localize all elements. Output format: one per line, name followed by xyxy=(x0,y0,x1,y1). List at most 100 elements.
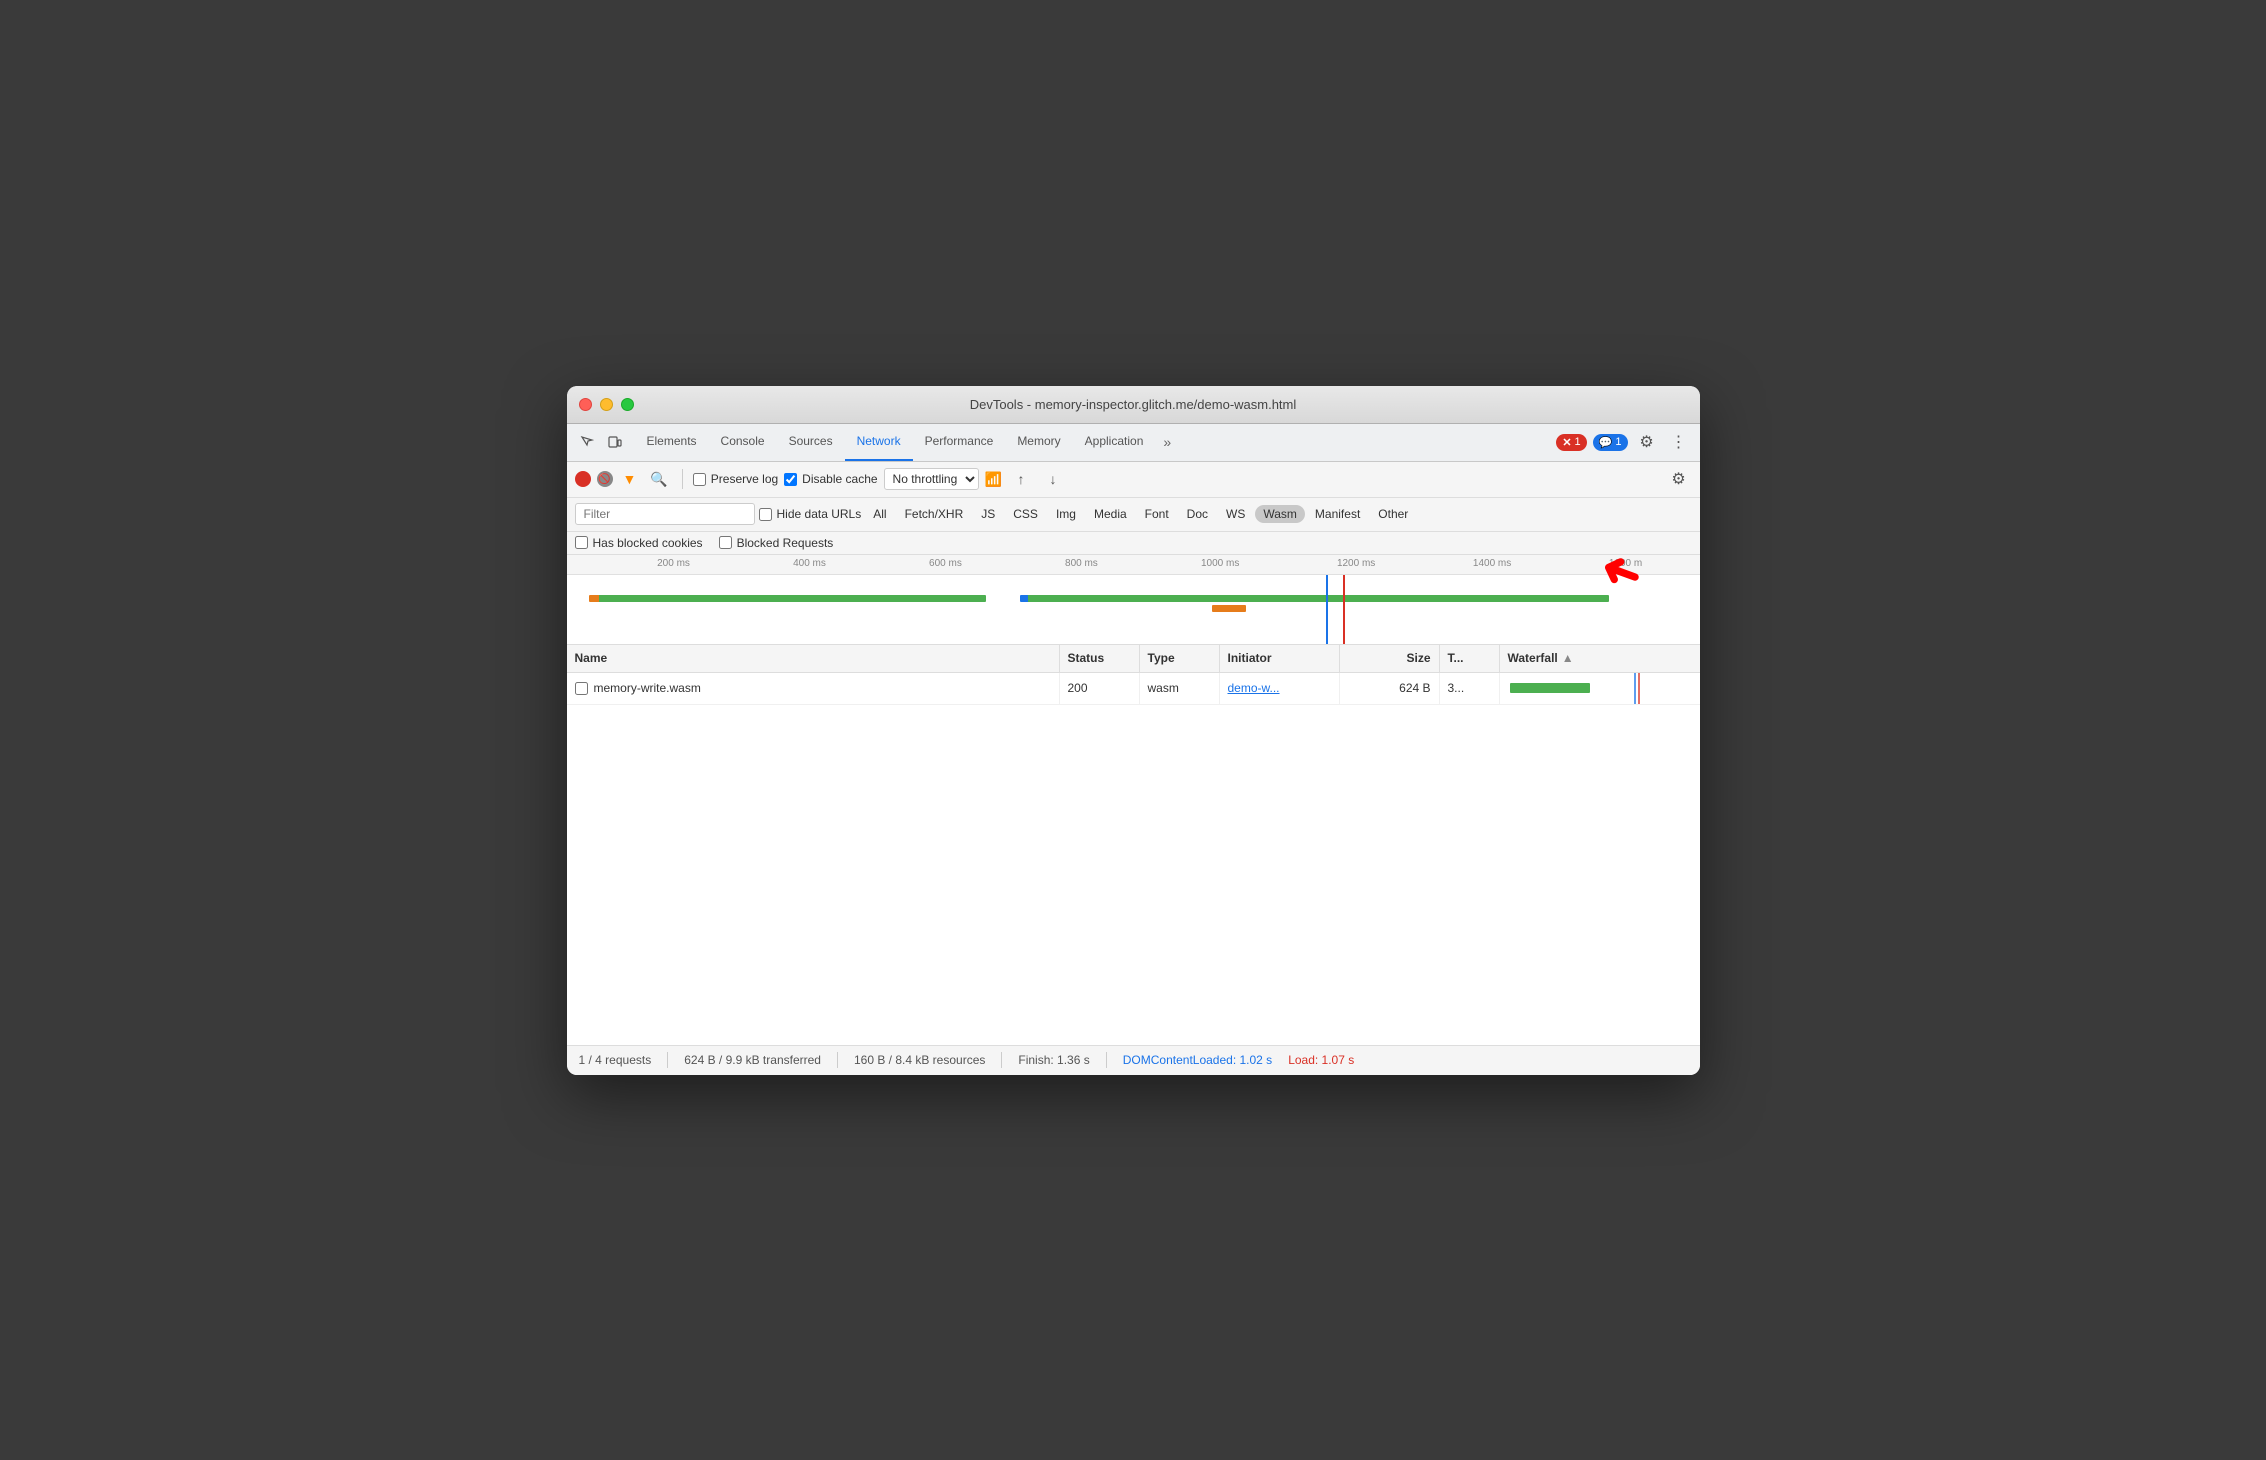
filter-js[interactable]: JS xyxy=(973,505,1003,523)
preserve-log-label[interactable]: Preserve log xyxy=(693,472,778,486)
title-bar: DevTools - memory-inspector.glitch.me/de… xyxy=(567,386,1700,424)
more-tabs-button[interactable]: » xyxy=(1155,428,1179,456)
timeline-graph xyxy=(567,575,1700,645)
timeline-bar-1 xyxy=(589,595,986,602)
timeline-area: ➜ 200 ms 400 ms 600 ms 800 ms 1000 ms 12… xyxy=(567,555,1700,645)
tick-600ms: 600 ms xyxy=(929,558,962,569)
td-status: 200 xyxy=(1060,673,1140,704)
filter-manifest[interactable]: Manifest xyxy=(1307,505,1368,523)
upload-icon[interactable]: ↑ xyxy=(1008,466,1034,492)
blocked-requests-label[interactable]: Blocked Requests xyxy=(719,536,834,550)
record-button[interactable] xyxy=(575,471,591,487)
search-button[interactable]: 🔍 xyxy=(646,469,671,490)
has-blocked-cookies-label[interactable]: Has blocked cookies xyxy=(575,536,703,550)
minimize-button[interactable] xyxy=(600,398,613,411)
waterfall-red-line xyxy=(1638,673,1640,704)
disable-cache-checkbox[interactable] xyxy=(784,473,797,486)
filter-css[interactable]: CSS xyxy=(1005,505,1046,523)
td-type: wasm xyxy=(1140,673,1220,704)
filter-doc[interactable]: Doc xyxy=(1179,505,1216,523)
timeline-bar-3 xyxy=(1212,595,1609,602)
status-finish: Finish: 1.36 s xyxy=(1018,1053,1089,1067)
th-status[interactable]: Status xyxy=(1060,645,1140,672)
error-x-icon: ✕ xyxy=(1562,436,1571,449)
disable-cache-label[interactable]: Disable cache xyxy=(784,472,877,486)
download-icon[interactable]: ↓ xyxy=(1040,466,1066,492)
blocked-requests-checkbox[interactable] xyxy=(719,536,732,549)
close-button[interactable] xyxy=(579,398,592,411)
network-settings-button[interactable]: ⚙ xyxy=(1666,466,1692,492)
td-waterfall xyxy=(1500,673,1700,704)
td-time: 3... xyxy=(1440,673,1500,704)
hide-data-urls-label[interactable]: Hide data URLs xyxy=(759,507,862,521)
throttle-select[interactable]: No throttling Fast 3G Slow 3G Offline xyxy=(884,468,979,490)
tab-memory[interactable]: Memory xyxy=(1005,423,1072,461)
th-waterfall[interactable]: Waterfall ▲ xyxy=(1500,645,1700,672)
tab-sources[interactable]: Sources xyxy=(777,423,845,461)
status-requests: 1 / 4 requests xyxy=(579,1053,652,1067)
toolbar-divider xyxy=(682,469,683,489)
table-header: Name Status Type Initiator Size T... Wat… xyxy=(567,645,1700,673)
window-title: DevTools - memory-inspector.glitch.me/de… xyxy=(970,397,1297,412)
filter-types: All Fetch/XHR JS CSS Img Media Font Doc … xyxy=(865,505,1416,523)
clear-button[interactable]: 🚫 xyxy=(597,471,613,487)
load-line xyxy=(1343,575,1345,645)
status-load: Load: 1.07 s xyxy=(1288,1053,1354,1067)
tab-icon-group xyxy=(575,430,627,454)
tab-network[interactable]: Network xyxy=(845,423,913,461)
th-name[interactable]: Name xyxy=(567,645,1060,672)
status-divider-1 xyxy=(667,1052,668,1068)
traffic-lights xyxy=(579,398,634,411)
status-bar: 1 / 4 requests 624 B / 9.9 kB transferre… xyxy=(567,1045,1700,1075)
status-divider-4 xyxy=(1106,1052,1107,1068)
row-checkbox[interactable] xyxy=(575,682,588,695)
td-name: memory-write.wasm xyxy=(567,673,1060,704)
status-resources: 160 B / 8.4 kB resources xyxy=(854,1053,985,1067)
wifi-icon: 📶 xyxy=(985,471,1002,488)
tab-elements[interactable]: Elements xyxy=(635,423,709,461)
filter-input[interactable] xyxy=(575,503,755,525)
timeline-ruler: 200 ms 400 ms 600 ms 800 ms 1000 ms 1200… xyxy=(567,555,1700,575)
network-toolbar: 🚫 ▼ 🔍 Preserve log Disable cache No thro… xyxy=(567,462,1700,498)
th-type[interactable]: Type xyxy=(1140,645,1220,672)
error-badge: ✕ 1 xyxy=(1556,434,1586,451)
filter-wasm[interactable]: Wasm xyxy=(1255,505,1305,523)
table-row[interactable]: memory-write.wasm 200 wasm demo-w... 624… xyxy=(567,673,1700,705)
tab-console[interactable]: Console xyxy=(709,423,777,461)
tick-400ms: 400 ms xyxy=(793,558,826,569)
filter-font[interactable]: Font xyxy=(1137,505,1177,523)
filter-media[interactable]: Media xyxy=(1086,505,1135,523)
preserve-log-checkbox[interactable] xyxy=(693,473,706,486)
devtools-tabs-right: ✕ 1 💬 1 ⚙ ⋮ xyxy=(1556,429,1691,455)
tick-1200ms: 1200 ms xyxy=(1337,558,1375,569)
devtools-tabs: Elements Console Sources Network Perform… xyxy=(567,424,1700,462)
filter-ws[interactable]: WS xyxy=(1218,505,1253,523)
filter-all[interactable]: All xyxy=(865,505,894,523)
tick-1000ms: 1000 ms xyxy=(1201,558,1239,569)
tab-application[interactable]: Application xyxy=(1073,423,1156,461)
inspect-icon[interactable] xyxy=(575,430,599,454)
filter-fetch-xhr[interactable]: Fetch/XHR xyxy=(897,505,972,523)
th-initiator[interactable]: Initiator xyxy=(1220,645,1340,672)
maximize-button[interactable] xyxy=(621,398,634,411)
status-transferred: 624 B / 9.9 kB transferred xyxy=(684,1053,821,1067)
th-size[interactable]: Size xyxy=(1340,645,1440,672)
chat-icon: 💬 xyxy=(1599,436,1613,449)
hide-data-urls-checkbox[interactable] xyxy=(759,508,772,521)
empty-table-area xyxy=(567,705,1700,1045)
settings-button[interactable]: ⚙ xyxy=(1634,429,1660,455)
blocked-row: Has blocked cookies Blocked Requests xyxy=(567,532,1700,555)
more-options-button[interactable]: ⋮ xyxy=(1666,429,1692,455)
filter-other[interactable]: Other xyxy=(1370,505,1416,523)
filter-icon[interactable]: ▼ xyxy=(619,469,641,489)
domcontent-line xyxy=(1326,575,1328,645)
td-initiator: demo-w... xyxy=(1220,673,1340,704)
timeline-bar-4 xyxy=(1212,605,1246,612)
waterfall-bar xyxy=(1510,683,1590,693)
has-blocked-cookies-checkbox[interactable] xyxy=(575,536,588,549)
info-badge: 💬 1 xyxy=(1593,434,1628,451)
th-time[interactable]: T... xyxy=(1440,645,1500,672)
filter-img[interactable]: Img xyxy=(1048,505,1084,523)
tab-performance[interactable]: Performance xyxy=(913,423,1006,461)
device-icon[interactable] xyxy=(603,430,627,454)
